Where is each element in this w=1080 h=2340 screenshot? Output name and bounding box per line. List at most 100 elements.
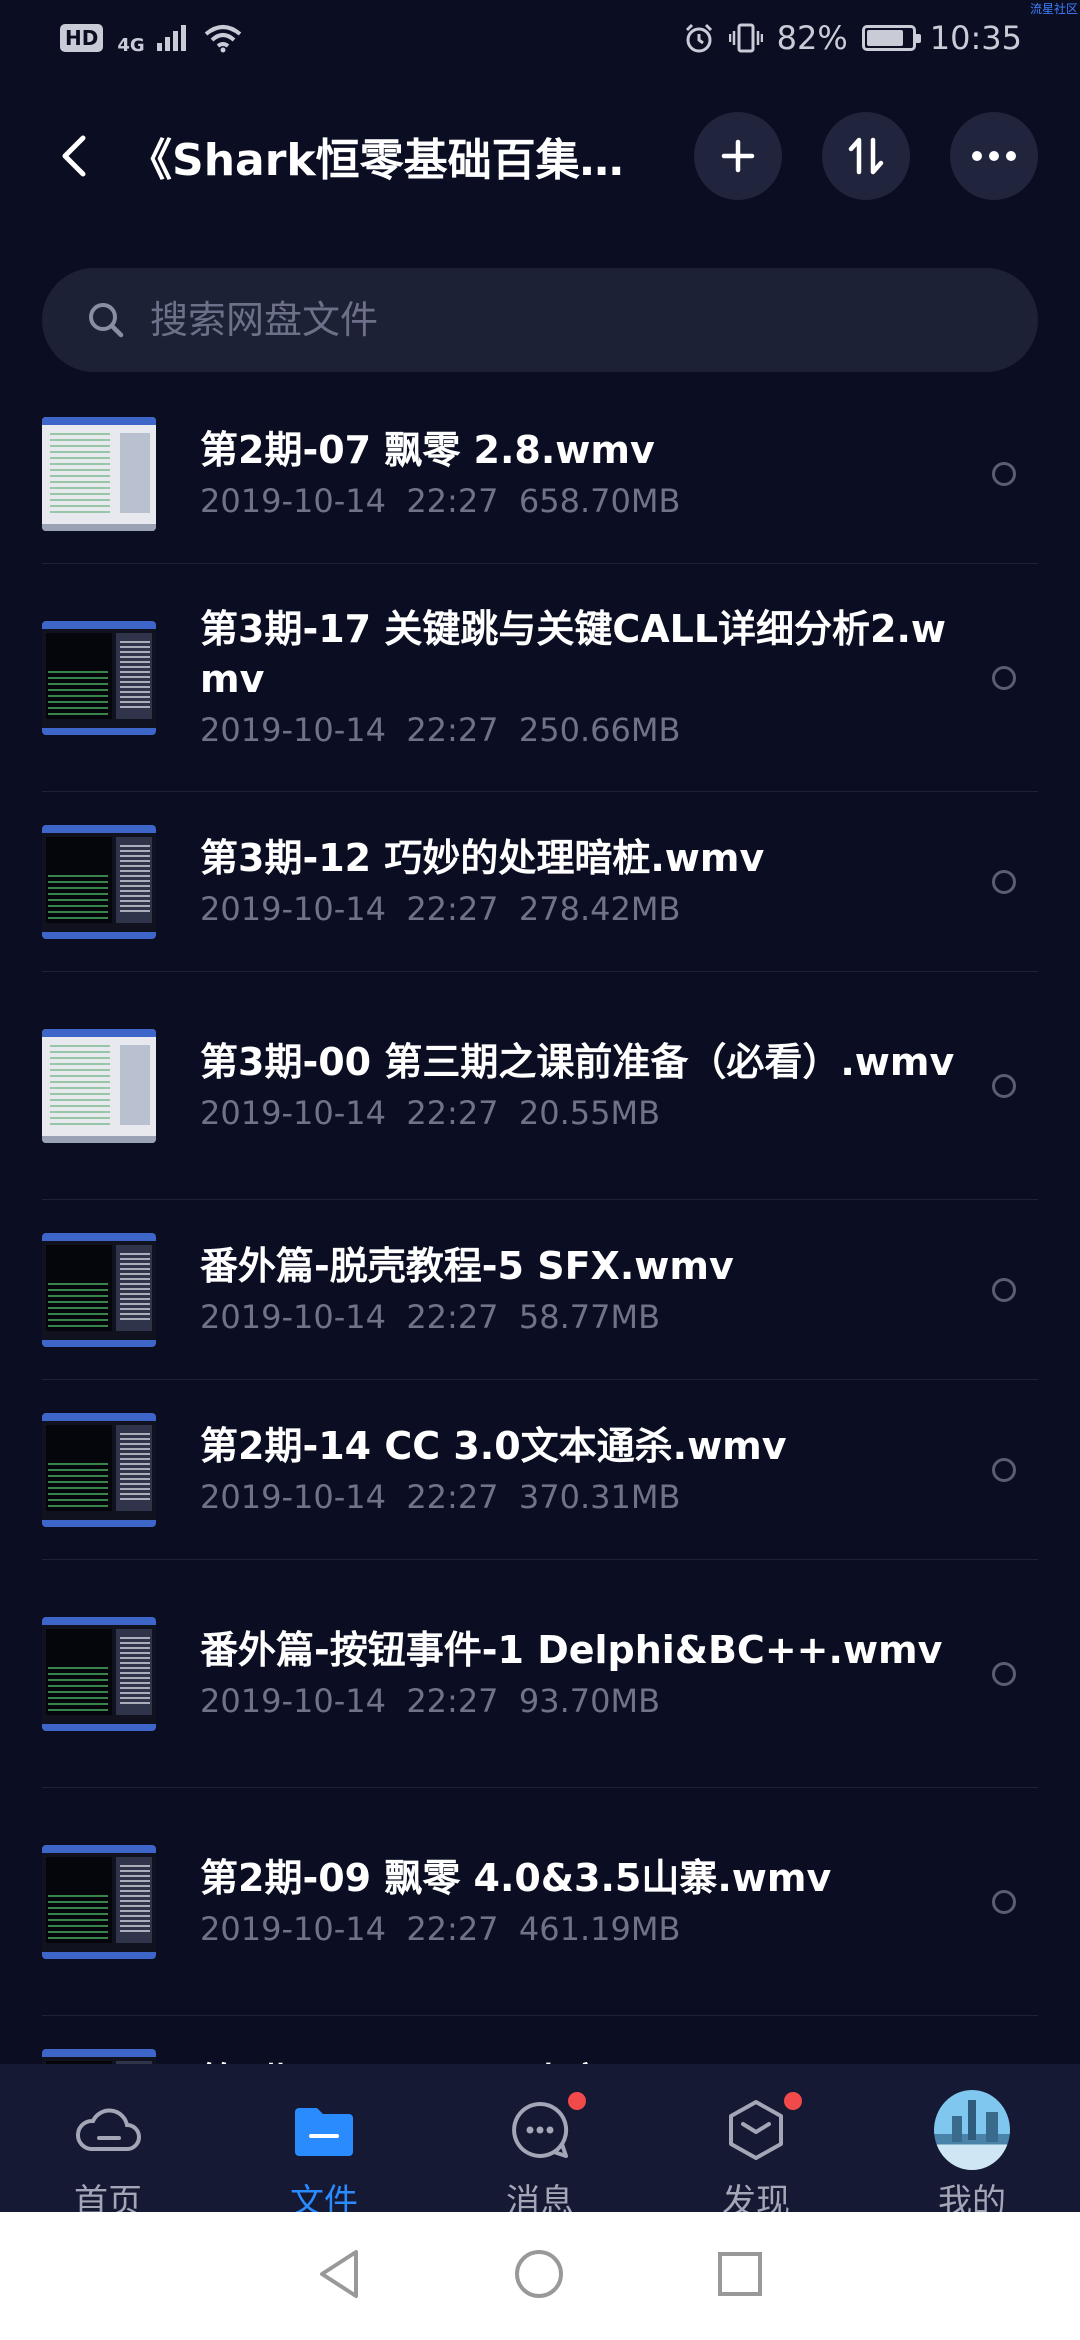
video-thumbnail (42, 1616, 156, 1731)
notification-badge (784, 2092, 802, 2110)
file-date: 2019-10-14 22:27 (200, 710, 499, 749)
select-radio[interactable] (992, 665, 1016, 690)
file-name: 第3期-00 第三期之课前准备（必看）.wmv (200, 1039, 955, 1084)
clock: 10:35 (929, 19, 1022, 57)
search-bar[interactable] (42, 268, 1038, 372)
file-info: 第3期-12 巧妙的处理暗桩.wmv 2019-10-14 22:27 278.4… (200, 833, 1038, 931)
file-name: 第2期-07 飘零 2.8.wmv (200, 427, 655, 472)
signal-icon (156, 25, 186, 51)
meta-separator (499, 711, 519, 749)
file-size: 461.19MB (518, 1909, 681, 1948)
file-name: 第2期-14 CC 3.0文本通杀.wmv (200, 1423, 787, 1468)
meta-separator (499, 1910, 519, 1948)
meta-separator (499, 890, 519, 928)
list-item[interactable]: 番外篇-按钮事件-1 Delphi&BC++.wmv 2019-10-14 22:… (42, 1560, 1038, 1788)
file-size: 93.70MB (518, 1681, 661, 1720)
select-radio[interactable] (992, 1661, 1016, 1686)
list-item[interactable]: 第2期-14 CC 3.0文本通杀.wmv 2019-10-14 22:27 37… (42, 1380, 1038, 1560)
watermark: 流星社区 (1029, 2, 1078, 16)
nav-home-button[interactable] (513, 2248, 565, 2304)
file-meta: 2019-10-14 22:27 658.70MB (200, 479, 978, 523)
sort-icon (848, 137, 884, 175)
system-nav-bar (0, 2212, 1080, 2340)
file-date: 2019-10-14 22:27 (200, 481, 499, 520)
meta-separator (499, 1094, 519, 1132)
message-icon (502, 2092, 578, 2168)
file-date: 2019-10-14 22:27 (200, 1093, 499, 1132)
back-button[interactable] (44, 126, 104, 186)
video-thumbnail (42, 1232, 156, 1347)
search-icon (89, 303, 124, 338)
file-info: 第2期-07 飘零 2.8.wmv 2019-10-14 22:27 658.70… (200, 425, 1038, 523)
video-thumbnail (42, 416, 156, 531)
status-left: HD 4G (60, 21, 243, 56)
list-item[interactable]: 番外篇-脱壳教程-5 SFX.wmv 2019-10-14 22:27 58.77… (42, 1200, 1038, 1380)
video-thumbnail (42, 1412, 156, 1527)
select-radio[interactable] (992, 1457, 1016, 1482)
add-button[interactable] (694, 112, 782, 200)
chevron-left-icon (62, 135, 86, 177)
tab-me[interactable]: 我的 (892, 2090, 1052, 2223)
list-item[interactable]: 第2期-09 飘零 4.0&3.5山寨.wmv 2019-10-14 22:27 … (42, 1788, 1038, 2016)
file-date: 2019-10-14 22:27 (200, 1909, 499, 1948)
file-info: 番外篇-按钮事件-1 Delphi&BC++.wmv 2019-10-14 22:… (200, 1625, 1038, 1723)
tab-discover[interactable]: 发现 (676, 2092, 836, 2223)
list-item[interactable]: 第3期-00 第三期之课前准备（必看）.wmv 2019-10-14 22:27 … (42, 972, 1038, 1200)
select-radio[interactable] (992, 1889, 1016, 1914)
video-thumbnail (42, 620, 156, 735)
select-radio[interactable] (992, 461, 1016, 486)
circle-home-icon (514, 2250, 563, 2298)
discover-icon (718, 2092, 794, 2168)
alarm-icon (685, 23, 712, 53)
file-date: 2019-10-14 22:27 (200, 889, 499, 928)
triangle-back-icon (319, 2250, 358, 2298)
search-input[interactable] (150, 298, 950, 342)
sort-button[interactable] (822, 112, 910, 200)
file-info: 第3期-00 第三期之课前准备（必看）.wmv 2019-10-14 22:27 … (200, 1037, 1038, 1135)
battery-fill (866, 30, 903, 46)
select-radio[interactable] (992, 1277, 1016, 1302)
network-type: 4G (117, 34, 145, 56)
video-thumbnail (42, 1844, 156, 1959)
avatar (934, 2090, 1010, 2170)
file-name: 第3期-12 巧妙的处理暗桩.wmv (200, 835, 765, 880)
battery-icon (861, 25, 921, 51)
status-right: 82% 10:35 (683, 19, 1022, 57)
meta-separator (499, 1682, 519, 1720)
tab-files[interactable]: 文件 (244, 2092, 404, 2223)
page-title: 《Shark恒零基础百集... (128, 135, 628, 186)
tab-home[interactable]: 首页 (28, 2092, 188, 2223)
select-radio[interactable] (992, 1073, 1016, 1098)
file-size: 278.42MB (518, 889, 681, 928)
video-thumbnail (42, 824, 156, 939)
wifi-icon (204, 25, 241, 53)
list-item[interactable]: 第3期-12 巧妙的处理暗桩.wmv 2019-10-14 22:27 278.4… (42, 792, 1038, 972)
file-info: 第3期-17 关键跳与关键CALL详细分析2.wmv 2019-10-14 22:… (200, 604, 1038, 752)
notification-badge (568, 2092, 586, 2110)
tab-messages[interactable]: 消息 (460, 2092, 620, 2223)
file-date: 2019-10-14 22:27 (200, 1477, 499, 1516)
more-button[interactable] (950, 112, 1038, 200)
file-date: 2019-10-14 22:27 (200, 1681, 499, 1720)
file-size: 658.70MB (518, 481, 681, 520)
file-meta: 2019-10-14 22:27 370.31MB (200, 1475, 978, 1519)
file-meta: 2019-10-14 22:27 93.70MB (200, 1679, 978, 1723)
file-name: 第2期-09 飘零 4.0&3.5山寨.wmv (200, 1855, 832, 1900)
avatar-wrapper (934, 2090, 1010, 2170)
file-meta: 2019-10-14 22:27 461.19MB (200, 1907, 978, 1951)
nav-recents-button[interactable] (716, 2250, 764, 2302)
list-item[interactable]: 第2期-07 飘零 2.8.wmv 2019-10-14 22:27 658.70… (42, 384, 1038, 564)
file-name: 番外篇-脱壳教程-5 SFX.wmv (200, 1243, 734, 1288)
bottom-tab-bar: 首页 文件 消息 发现 我的 (0, 2064, 1080, 2222)
meta-separator (499, 1298, 519, 1336)
battery-percent: 82% (776, 19, 848, 57)
header: 《Shark恒零基础百集... (0, 110, 1080, 202)
file-name: 番外篇-按钮事件-1 Delphi&BC++.wmv (200, 1627, 943, 1672)
select-radio[interactable] (992, 869, 1016, 894)
nav-back-button[interactable] (316, 2248, 362, 2304)
video-thumbnail (42, 1028, 156, 1143)
file-list: 第2期-07 飘零 2.8.wmv 2019-10-14 22:27 658.70… (0, 384, 1080, 2196)
file-info: 番外篇-脱壳教程-5 SFX.wmv 2019-10-14 22:27 58.77… (200, 1241, 1038, 1339)
list-item[interactable]: 第3期-17 关键跳与关键CALL详细分析2.wmv 2019-10-14 22:… (42, 564, 1038, 792)
file-meta: 2019-10-14 22:27 250.66MB (200, 708, 978, 752)
